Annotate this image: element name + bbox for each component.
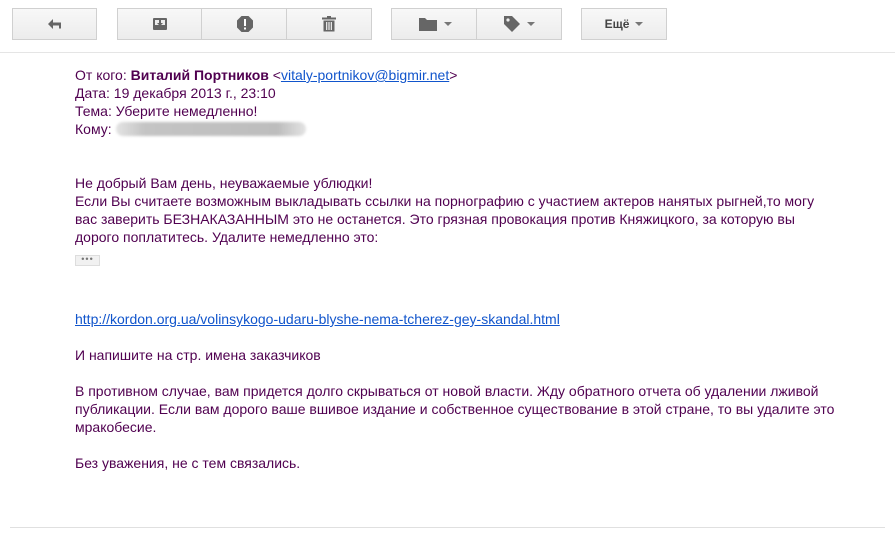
trash-icon [322, 16, 336, 32]
report-spam-icon [236, 15, 254, 33]
chevron-down-icon [443, 22, 452, 26]
redacted-recipient [115, 122, 306, 136]
show-trimmed-content-button[interactable]: ••• [75, 255, 100, 266]
folder-icon [418, 16, 438, 32]
paragraph-2: И напишите на стр. имена заказчиков [75, 347, 321, 363]
more-button-label: Ещё [604, 17, 630, 31]
delete-button[interactable] [286, 8, 372, 40]
subject-value: Уберите немедленно! [115, 103, 258, 119]
more-button[interactable]: Ещё [581, 8, 667, 40]
reply-button[interactable] [12, 8, 97, 40]
chevron-down-icon [635, 22, 644, 26]
archive-button[interactable] [117, 8, 202, 40]
article-link[interactable]: http://kordon.org.ua/volinsykogo-udaru-b… [75, 311, 560, 327]
toolbar: Ещё [0, 0, 895, 52]
archive-icon [152, 16, 168, 32]
reply-icon [46, 17, 64, 31]
report-spam-button[interactable] [201, 8, 287, 40]
subject-label: Тема: [75, 103, 112, 119]
from-email-close: > [449, 67, 458, 83]
date-value: 19 декабря 2013 г., 23:10 [113, 85, 276, 101]
subject-line: Тема: Уберите немедленно! [75, 102, 875, 120]
greeting: Не добрый Вам день, неуважаемые ублюдки! [75, 175, 373, 191]
chevron-down-icon [527, 22, 535, 26]
tag-icon [503, 15, 521, 33]
from-label: От кого: [75, 67, 127, 83]
from-email-link[interactable]: vitaly-portnikov@bigmir.net [281, 67, 449, 83]
bottom-divider [10, 527, 885, 528]
email-body: От кого: Виталий Портников <vitaly-portn… [75, 66, 875, 472]
from-line: От кого: Виталий Портников <vitaly-portn… [75, 66, 875, 84]
labels-button[interactable] [476, 8, 562, 40]
date-label: Дата: [75, 85, 110, 101]
paragraph-3: В противном случае, вам придется долго с… [75, 383, 835, 435]
signoff: Без уважения, не с тем связались. [75, 455, 301, 471]
move-to-button[interactable] [391, 8, 477, 40]
date-line: Дата: 19 декабря 2013 г., 23:10 [75, 84, 875, 102]
from-email-open: < [272, 67, 281, 83]
to-label: Кому: [75, 121, 112, 137]
paragraph-1: Если Вы считаете возможным выкладывать с… [75, 193, 815, 245]
to-line: Кому: [75, 120, 875, 138]
toolbar-divider [0, 52, 895, 53]
from-name: Виталий Портников [130, 67, 269, 83]
